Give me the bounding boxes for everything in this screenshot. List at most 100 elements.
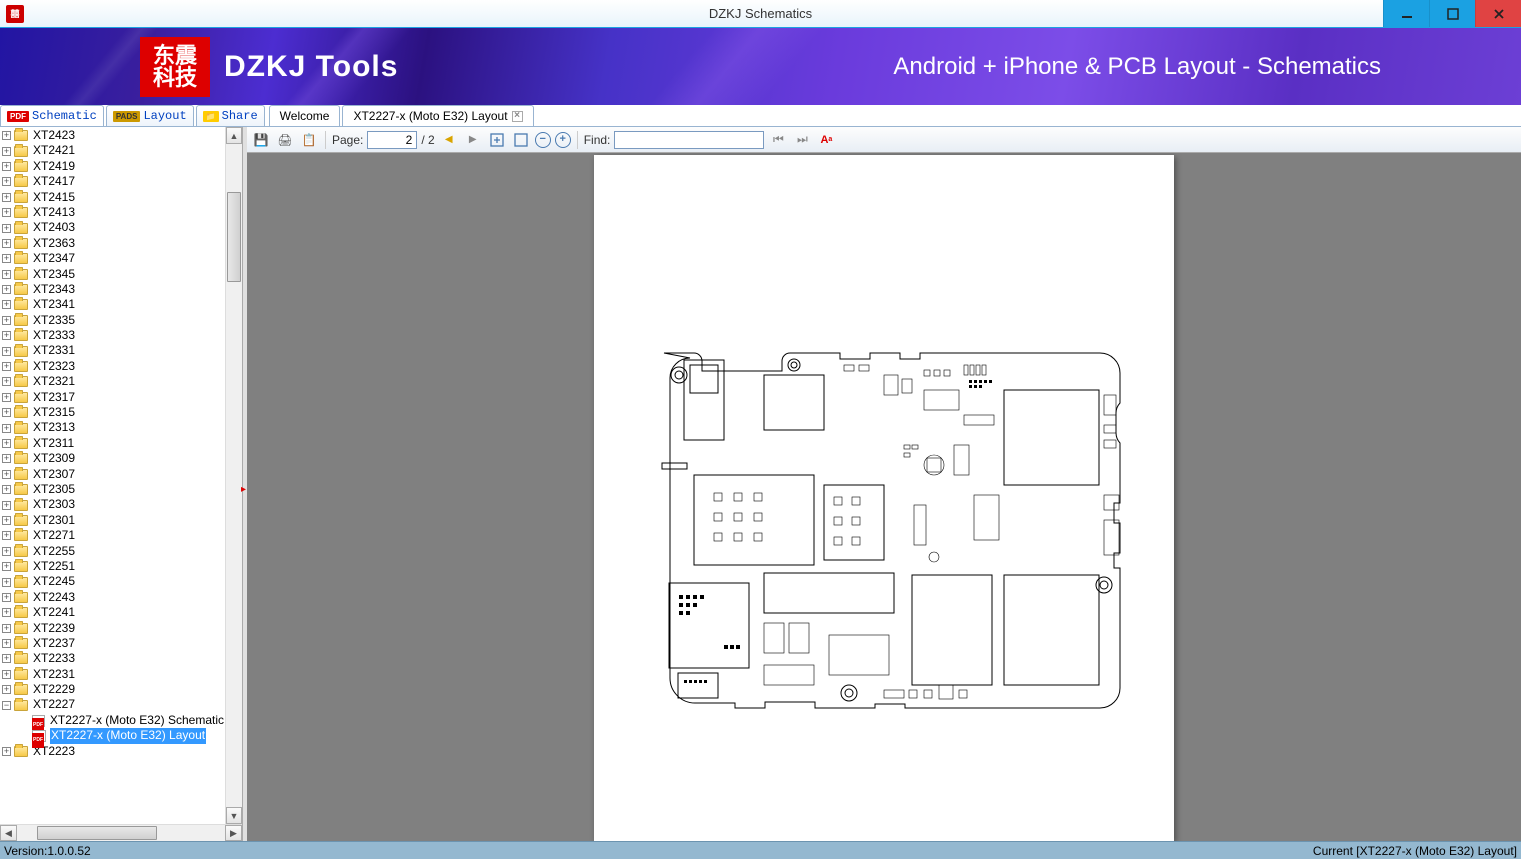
tree-folder[interactable]: XT2347 <box>0 251 225 266</box>
print-button[interactable]: 🖨 <box>275 130 295 150</box>
scroll-left-button[interactable]: ◀ <box>0 825 17 841</box>
expand-icon[interactable] <box>2 608 11 617</box>
expand-icon[interactable] <box>2 147 11 156</box>
tree-folder[interactable]: XT2341 <box>0 297 225 312</box>
tree-folder[interactable]: XT2233 <box>0 651 225 666</box>
tree[interactable]: XT2423XT2421XT2419XT2417XT2415XT2413XT24… <box>0 127 225 824</box>
tree-folder[interactable]: XT2417 <box>0 174 225 189</box>
expand-icon[interactable] <box>2 547 11 556</box>
expand-icon[interactable] <box>2 254 11 263</box>
expand-icon[interactable] <box>2 408 11 417</box>
find-prev-button[interactable]: ⏮ <box>768 130 788 150</box>
expand-icon[interactable] <box>2 454 11 463</box>
scroll-down-button[interactable]: ▼ <box>226 807 242 824</box>
tree-folder[interactable]: XT2315 <box>0 405 225 420</box>
doc-tab-current[interactable]: XT2227-x (Moto E32) Layout× <box>342 105 533 126</box>
tree-folder[interactable]: XT2419 <box>0 159 225 174</box>
expand-icon[interactable] <box>2 347 11 356</box>
expand-icon[interactable] <box>2 516 11 525</box>
text-format-button[interactable]: Aa <box>816 130 836 150</box>
tree-folder[interactable]: XT2317 <box>0 390 225 405</box>
tree-file[interactable]: XT2227-x (Moto E32) Layout <box>0 728 225 743</box>
expand-icon[interactable] <box>2 747 11 756</box>
copy-button[interactable]: 📋 <box>299 130 319 150</box>
tree-folder[interactable]: XT2227 <box>0 697 225 712</box>
tree-folder[interactable]: XT2413 <box>0 205 225 220</box>
tree-folder[interactable]: XT2241 <box>0 605 225 620</box>
tree-file[interactable]: XT2227-x (Moto E32) Schematic <box>0 713 225 728</box>
tree-folder[interactable]: XT2321 <box>0 374 225 389</box>
tree-folder[interactable]: XT2313 <box>0 420 225 435</box>
expand-icon[interactable] <box>2 501 11 510</box>
scroll-track[interactable] <box>226 144 242 807</box>
tree-folder[interactable]: XT2363 <box>0 236 225 251</box>
expand-icon[interactable] <box>2 377 11 386</box>
scroll-thumb[interactable] <box>227 192 241 282</box>
expand-icon[interactable] <box>2 593 11 602</box>
prev-page-button[interactable]: ◀ <box>439 130 459 150</box>
expand-icon[interactable] <box>2 562 11 571</box>
expand-icon[interactable] <box>2 654 11 663</box>
next-page-button[interactable]: ▶ <box>463 130 483 150</box>
expand-icon[interactable] <box>2 300 11 309</box>
expand-icon[interactable] <box>2 439 11 448</box>
page-input[interactable] <box>367 131 417 149</box>
expand-icon[interactable] <box>2 224 11 233</box>
expand-icon[interactable] <box>2 670 11 679</box>
collapse-icon[interactable] <box>2 701 11 710</box>
expand-icon[interactable] <box>2 639 11 648</box>
tree-folder[interactable]: XT2229 <box>0 682 225 697</box>
tree-folder[interactable]: XT2323 <box>0 359 225 374</box>
tree-folder[interactable]: XT2333 <box>0 328 225 343</box>
find-input[interactable] <box>614 131 764 149</box>
tree-folder[interactable]: XT2305 <box>0 482 225 497</box>
zoom-out-button[interactable]: − <box>535 132 551 148</box>
hscroll-track[interactable] <box>17 825 225 841</box>
tree-folder[interactable]: XT2343 <box>0 282 225 297</box>
tab-share[interactable]: 📁Share <box>196 105 265 126</box>
expand-icon[interactable] <box>2 316 11 325</box>
expand-icon[interactable] <box>2 131 11 140</box>
fit-page-button[interactable] <box>487 130 507 150</box>
hscroll-thumb[interactable] <box>37 826 157 840</box>
expand-icon[interactable] <box>2 270 11 279</box>
expand-icon[interactable] <box>2 162 11 171</box>
doc-tab-welcome[interactable]: Welcome <box>269 105 341 126</box>
save-button[interactable]: 💾 <box>251 130 271 150</box>
tab-layout[interactable]: PADSLayout <box>106 105 194 126</box>
tree-folder[interactable]: XT2415 <box>0 190 225 205</box>
horizontal-scrollbar[interactable]: ◀ ▶ <box>0 824 242 841</box>
tree-folder[interactable]: XT2255 <box>0 544 225 559</box>
expand-icon[interactable] <box>2 424 11 433</box>
splitter[interactable] <box>243 127 247 841</box>
zoom-in-button[interactable]: + <box>555 132 571 148</box>
scroll-up-button[interactable]: ▲ <box>226 127 242 144</box>
expand-icon[interactable] <box>2 239 11 248</box>
tree-folder[interactable]: XT2245 <box>0 574 225 589</box>
expand-icon[interactable] <box>2 193 11 202</box>
tree-folder[interactable]: XT2243 <box>0 590 225 605</box>
close-button[interactable] <box>1475 0 1521 27</box>
tree-folder[interactable]: XT2345 <box>0 267 225 282</box>
tree-folder[interactable]: XT2231 <box>0 667 225 682</box>
close-tab-icon[interactable]: × <box>512 111 523 122</box>
tree-folder[interactable]: XT2237 <box>0 636 225 651</box>
vertical-scrollbar[interactable]: ▲ ▼ <box>225 127 242 824</box>
tree-folder[interactable]: XT2423 <box>0 128 225 143</box>
expand-icon[interactable] <box>2 485 11 494</box>
tab-schematic[interactable]: PDFSchematic <box>0 105 104 126</box>
tree-folder[interactable]: XT2309 <box>0 451 225 466</box>
tree-folder[interactable]: XT2403 <box>0 220 225 235</box>
expand-icon[interactable] <box>2 685 11 694</box>
tree-folder[interactable]: XT2421 <box>0 143 225 158</box>
expand-icon[interactable] <box>2 578 11 587</box>
canvas[interactable] <box>247 153 1521 841</box>
tree-folder[interactable]: XT2251 <box>0 559 225 574</box>
expand-icon[interactable] <box>2 470 11 479</box>
maximize-button[interactable] <box>1429 0 1475 27</box>
find-next-button[interactable]: ⏭ <box>792 130 812 150</box>
scroll-right-button[interactable]: ▶ <box>225 825 242 841</box>
expand-icon[interactable] <box>2 331 11 340</box>
expand-icon[interactable] <box>2 531 11 540</box>
actual-size-button[interactable] <box>511 130 531 150</box>
